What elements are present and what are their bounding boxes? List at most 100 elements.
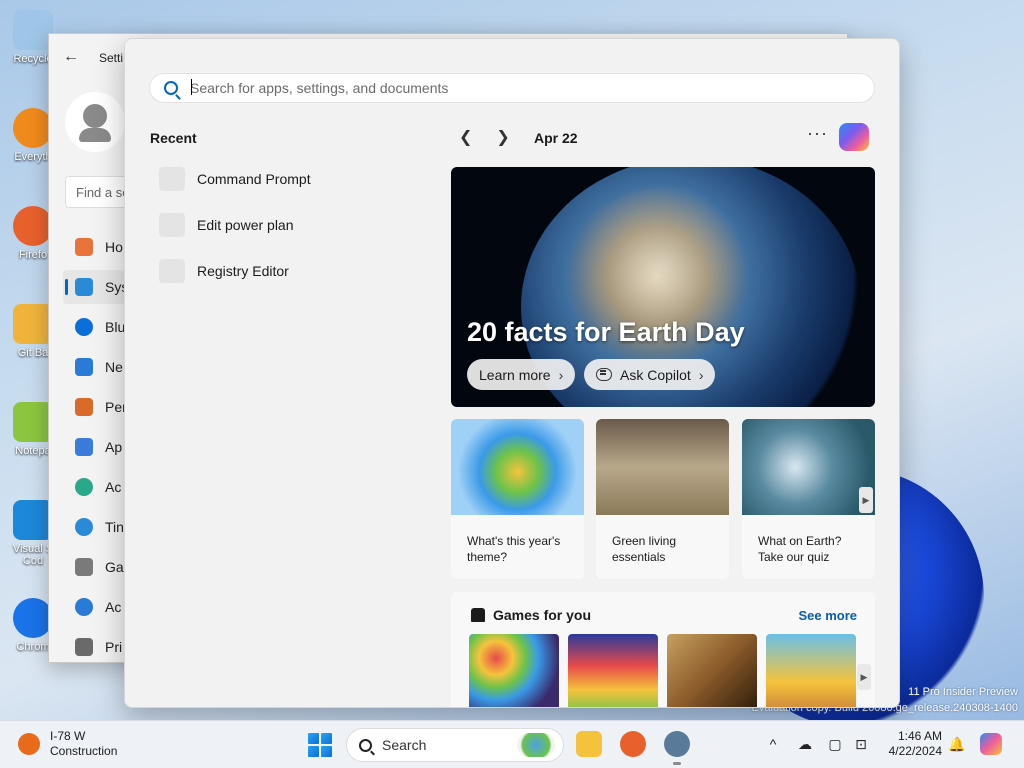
recent-item-registry-editor[interactable]: Registry Editor (159, 258, 289, 284)
sidebar-item-label: Tin (105, 519, 124, 535)
sidebar-item-accessibility[interactable]: Ac (63, 590, 125, 624)
traffic-warning-icon (18, 733, 40, 755)
time-language-icon (75, 518, 93, 536)
firefox-icon (13, 206, 53, 246)
sidebar-item-label: Blu (105, 319, 125, 335)
games-title: Games for you (493, 607, 592, 623)
recent-heading: Recent (150, 130, 197, 146)
card-caption: Green living essentials (612, 534, 677, 564)
accessibility-icon (75, 598, 93, 616)
ask-copilot-button[interactable]: Ask Copilot › (584, 359, 716, 390)
sidebar-item-privacy[interactable]: Pri (63, 630, 125, 664)
sidebar-item-personalization[interactable]: Per (63, 390, 125, 424)
game-tile-builder[interactable] (766, 634, 856, 707)
game-tile-block-puzzle[interactable] (568, 634, 658, 707)
taskbar-search-label: Search (382, 737, 427, 753)
games-next-button[interactable]: ▶ (857, 664, 871, 690)
start-button[interactable] (308, 733, 332, 757)
earth-satellite-image (742, 419, 875, 515)
games-section: Games for you See more ▶ (451, 592, 875, 707)
sidebar-item-label: Sys (105, 279, 125, 295)
more-options-icon[interactable]: ··· (807, 123, 828, 144)
game-tile-bubble-shooter[interactable] (469, 634, 559, 707)
show-hidden-icons-icon[interactable]: ^ (764, 735, 782, 753)
card-caption: What on Earth? Take our quiz (758, 534, 842, 564)
notification-bell-icon[interactable]: 🔔 (948, 735, 966, 753)
date-nav: ❮ ❯ (459, 127, 510, 147)
learn-more-button[interactable]: Learn more › (467, 359, 576, 390)
bluetooth-icon (75, 318, 93, 336)
apps-icon (75, 438, 93, 456)
recent-item-edit-power-plan[interactable]: Edit power plan (159, 212, 294, 238)
clock[interactable]: 1:46 AM 4/22/2024 (880, 729, 942, 759)
sidebar-item-time-language[interactable]: Tin (63, 510, 125, 544)
taskbar-search[interactable]: Search (346, 728, 564, 762)
cards-next-button[interactable]: ▶ (859, 487, 873, 513)
sidebar-item-gaming[interactable]: Ga (63, 550, 125, 584)
chevron-left-icon[interactable]: ❮ (459, 127, 472, 147)
taskbar: I-78 W Construction Search ^ ☁ ▢ ⊡ 1:46 … (0, 720, 1024, 768)
feed-card-theme[interactable]: What's this year's theme? (451, 419, 584, 579)
search-icon (164, 81, 178, 95)
app-placeholder-icon (159, 167, 185, 191)
weather-temp: I-78 W (50, 729, 86, 743)
see-more-link[interactable]: See more (798, 608, 857, 623)
store-image (596, 419, 729, 515)
privacy-shield-icon (75, 638, 93, 656)
card-caption: What's this year's theme? (467, 534, 561, 564)
sidebar-item-apps[interactable]: Ap (63, 430, 125, 464)
recent-item-label: Command Prompt (197, 171, 311, 187)
sidebar-item-label: Ga (105, 559, 124, 575)
avatar[interactable] (65, 92, 125, 152)
learn-more-label: Learn more (479, 366, 551, 383)
recent-item-command-prompt[interactable]: Command Prompt (159, 166, 311, 192)
chevron-right-icon: › (558, 366, 564, 383)
feed-card-green-living[interactable]: Green living essentials (596, 419, 729, 579)
sidebar-item-home[interactable]: Ho (63, 230, 125, 264)
text-caret (191, 79, 192, 95)
app-placeholder-icon (159, 259, 185, 283)
watermark-line-1: 11 Pro Insider Preview (908, 686, 1018, 698)
chrome-icon (13, 598, 53, 638)
hero-card[interactable]: 20 facts for Earth Day Learn more › Ask … (451, 167, 875, 407)
gaming-icon (75, 558, 93, 576)
sidebar-item-network[interactable]: Ne (63, 350, 125, 384)
sidebar-item-label: Per (105, 399, 125, 415)
feed-date: Apr 22 (534, 130, 578, 146)
clock-time: 1:46 AM (897, 729, 942, 743)
sidebar-item-system[interactable]: Sys (63, 270, 125, 304)
git-bash-icon (13, 304, 53, 344)
onedrive-icon[interactable]: ☁ (796, 735, 814, 753)
everything-search-icon (13, 108, 53, 148)
feed-card-quiz[interactable]: What on Earth? Take our quiz (742, 419, 875, 579)
file-explorer-icon[interactable] (576, 731, 602, 757)
sidebar-item-bluetooth[interactable]: Blu (63, 310, 125, 344)
settings-gear-icon[interactable] (664, 731, 690, 765)
search-input[interactable] (190, 80, 850, 96)
globe-image (451, 419, 584, 515)
weather-widget[interactable]: I-78 W Construction (18, 729, 117, 759)
back-arrow-icon[interactable]: ← (63, 48, 79, 66)
sidebar-item-label: Ac (105, 479, 122, 495)
copilot-preview-icon[interactable] (980, 733, 1002, 755)
chevron-right-icon[interactable]: ❯ (496, 127, 509, 147)
notepad-plus-icon (13, 402, 53, 442)
games-heading: Games for you (471, 607, 591, 623)
system-icon (75, 278, 93, 296)
game-tile-chess[interactable] (667, 634, 757, 707)
start-search-box[interactable] (149, 73, 875, 103)
start-search-panel: Recent Command Prompt Edit power plan Re… (124, 38, 900, 708)
sidebar-item-accounts[interactable]: Ac (63, 470, 125, 504)
search-highlight-image (517, 733, 555, 757)
firefox-icon[interactable] (620, 731, 646, 757)
display-icon[interactable]: ▢ (826, 735, 844, 753)
sidebar-item-label: Ac (105, 599, 122, 615)
app-placeholder-icon (159, 213, 185, 237)
vscode-icon (13, 500, 53, 540)
weather-desc: Construction (50, 744, 118, 758)
chess-knight-icon (471, 608, 485, 622)
network-status-icon[interactable]: ⊡ (852, 735, 870, 753)
windows-logo-icon (308, 733, 319, 744)
copilot-icon[interactable] (839, 123, 869, 151)
search-icon (359, 738, 372, 752)
